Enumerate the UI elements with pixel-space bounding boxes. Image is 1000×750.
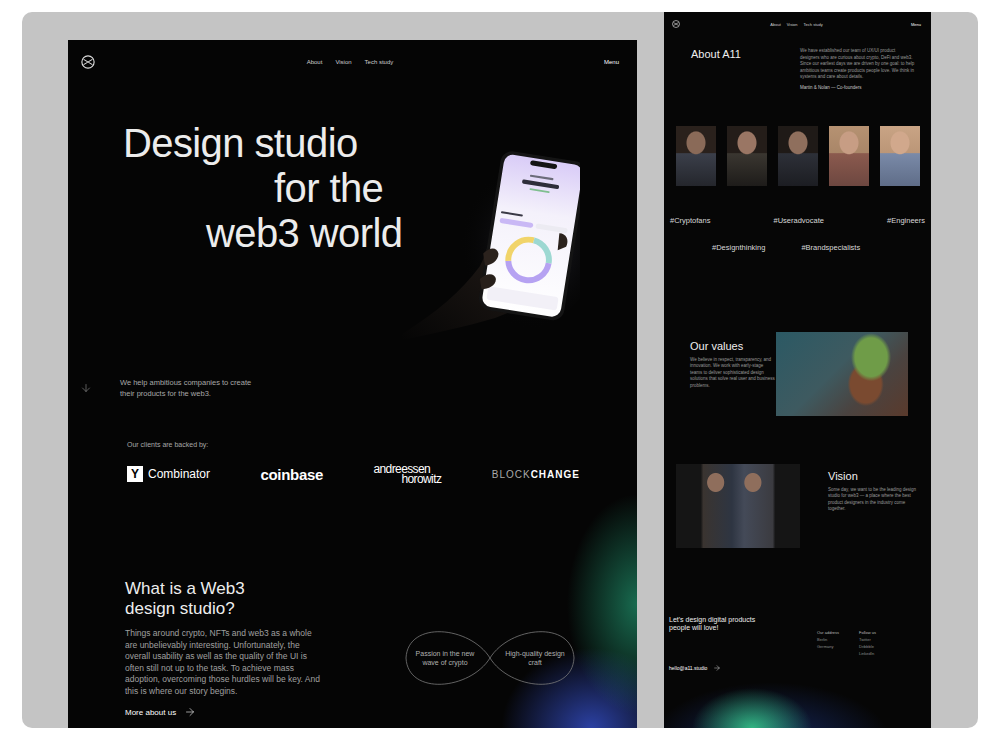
arrow-right-icon <box>184 706 196 718</box>
infinity-diagram: Passion in the new wave of cryptoHigh-qu… <box>400 612 580 704</box>
team-photo <box>676 126 716 186</box>
client-logos: Y Combinator coinbase andreessenhorowitz BLO… <box>68 464 637 484</box>
footer-column-line[interactable]: Twitter <box>859 637 887 642</box>
footer-column-line[interactable]: Dribbble <box>859 644 887 649</box>
footer-title: Let's design digital products people wil… <box>669 616 761 632</box>
footer-columns: Our address Berlin Germany Follow us Twitter… <box>817 616 887 672</box>
nav-links: About Vision Tech study <box>307 59 394 65</box>
team-photos <box>664 126 931 186</box>
infinity-icon <box>400 612 580 704</box>
nav-link[interactable]: About <box>307 59 323 65</box>
values-section: Our values We believe in respect, transpa… <box>664 332 931 416</box>
yc-mark: Y <box>127 466 143 482</box>
team-photo <box>829 126 869 186</box>
nav-links: About Vision Tech study <box>770 22 822 27</box>
phone-in-hand-icon <box>402 135 580 357</box>
footer-column: Our address Berlin Germany <box>817 630 845 672</box>
blockchange-light: BLOCK <box>492 469 531 480</box>
studio-logo-icon[interactable] <box>672 20 680 28</box>
tagline-row: We help ambitious companies to create th… <box>68 377 637 399</box>
hashtag-row: #Cryptofans #Useradvocate #Engineers <box>664 216 931 225</box>
coinbase-logo: coinbase <box>260 466 323 483</box>
values-body: We believe in respect, transparency, and… <box>690 357 776 390</box>
infinity-left-text: Passion in the new wave of crypto <box>400 612 490 704</box>
footer: Let's design digital products people wil… <box>664 616 931 672</box>
about-credit: Martin & Nolan — Co-founders <box>800 85 915 90</box>
hashtag: #Brandspecialists <box>801 243 860 252</box>
nav-link[interactable]: Tech study <box>804 22 823 27</box>
team-photo <box>880 126 920 186</box>
about-body: Things around crypto, NFTs and web3 as a… <box>125 628 320 697</box>
hashtag: #Useradvocate <box>774 216 824 225</box>
hero: Design studiofor theweb3 world <box>68 121 637 357</box>
nav-link[interactable]: Vision <box>787 22 798 27</box>
menu-button[interactable]: Menu <box>911 22 921 27</box>
menu-button[interactable]: Menu <box>604 59 619 65</box>
vision-photo <box>676 464 800 548</box>
hashtag-row: #Designthinking #Brandspecialists <box>664 243 931 252</box>
footer-column: Follow us Twitter Dribbble LinkedIn <box>859 630 887 672</box>
scroll-down-icon[interactable] <box>80 382 92 394</box>
about-body: We have established our team of UX/UI pr… <box>800 48 915 81</box>
nav-link[interactable]: Tech study <box>365 59 394 65</box>
team-photo <box>727 126 767 186</box>
vision-body: Some day, we want to be the leading desi… <box>828 487 918 513</box>
hashtag: #Cryptofans <box>670 216 710 225</box>
vision-section: Vision Some day, we want to be the leadin… <box>664 464 931 548</box>
a16z-line: andreessen <box>373 464 441 474</box>
about-section: What is a Web3design studio? Things aroun… <box>68 579 637 728</box>
vision-title: Vision <box>828 470 918 482</box>
hero-line: Design studio <box>123 121 402 166</box>
more-about-link[interactable]: More about us <box>125 706 320 718</box>
landing-page: About Vision Tech study Menu Design studiofo… <box>68 40 637 728</box>
about-title: What is a Web3design studio? <box>125 579 320 619</box>
hero-line: for the <box>123 166 402 211</box>
team-photo <box>778 126 818 186</box>
about-title: About A11 <box>691 48 800 60</box>
a16z-line: horowitz <box>373 474 441 484</box>
clients-label: Our clients are backed by: <box>68 441 637 448</box>
nav-link[interactable]: Vision <box>335 59 351 65</box>
top-nav: About Vision Tech study Menu <box>68 40 637 69</box>
nav-link[interactable]: About <box>770 22 780 27</box>
studio-logo-icon[interactable] <box>81 55 95 69</box>
footer-column-line[interactable]: LinkedIn <box>859 651 887 656</box>
footer-column-heading: Our address <box>817 630 845 635</box>
footer-column-heading: Follow us <box>859 630 887 635</box>
hashtag: #Designthinking <box>712 243 765 252</box>
a16z-logo: andreessenhorowitz <box>373 464 441 484</box>
footer-column-line[interactable]: Berlin <box>817 637 845 642</box>
email-link[interactable]: hello@a11.studio <box>669 664 761 672</box>
blockchange-logo: BLOCKCHANGE <box>492 469 580 480</box>
ycombinator-logo: Y Combinator <box>127 466 210 482</box>
infinity-right-text: High-quality design craft <box>490 612 580 704</box>
arrow-right-icon <box>713 664 721 672</box>
hero-title: Design studiofor theweb3 world <box>123 121 402 256</box>
hashtag: #Engineers <box>887 216 925 225</box>
yc-wordmark: Combinator <box>148 467 210 481</box>
tagline: We help ambitious companies to create th… <box>120 377 260 399</box>
blockchange-bold: CHANGE <box>531 469 580 480</box>
about-page-nav: About Vision Tech study Menu <box>664 12 931 28</box>
values-photo <box>776 332 908 416</box>
hero-line: web3 world <box>123 211 402 256</box>
showcase-frame: About Vision Tech study Menu Design studiofo… <box>22 12 978 728</box>
values-title: Our values <box>690 340 776 352</box>
footer-column-line[interactable]: Germany <box>817 644 845 649</box>
about-column: What is a Web3design studio? Things aroun… <box>125 579 320 718</box>
about-intro: About A11We have established our team of… <box>664 48 931 90</box>
about-page: About Vision Tech study Menu About A11We hav… <box>664 12 931 728</box>
